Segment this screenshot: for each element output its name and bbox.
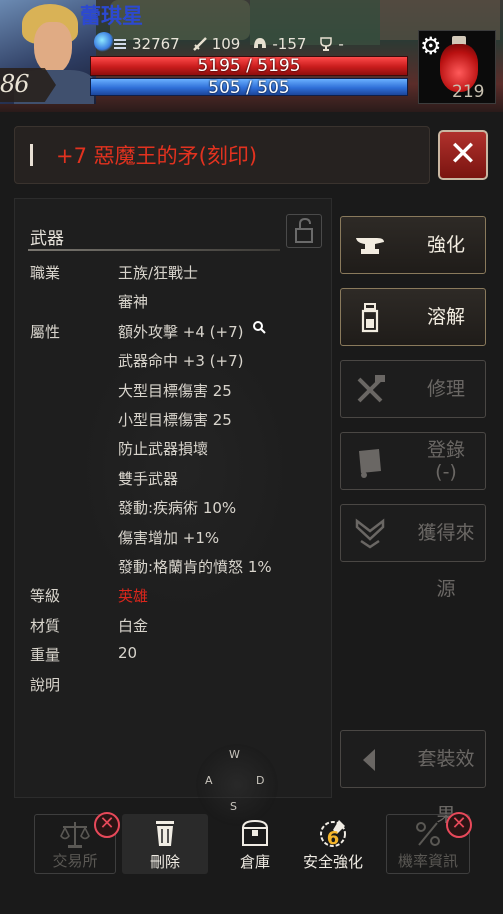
hp-bar: 5195 / 5195 <box>90 56 408 76</box>
helmet-icon <box>254 38 267 48</box>
stat-power: 32767 <box>94 35 180 53</box>
blocked-icon: ✕ <box>446 812 472 838</box>
joystick-right-key: D <box>256 774 265 787</box>
character-name: 蕾琪星 <box>80 4 143 28</box>
mp-bar: 505 / 505 <box>90 78 408 98</box>
attribute-value: 小型目標傷害 25 <box>118 411 232 429</box>
attribute-value: 20 <box>118 644 138 662</box>
character-level: 86 <box>0 70 30 98</box>
joystick-left-key: A <box>205 774 213 787</box>
sword-icon <box>192 37 207 51</box>
attribute-label: 材質 <box>30 617 61 635</box>
enhance-button[interactable]: 強化 <box>340 216 486 274</box>
attribute-value: 大型目標傷害 25 <box>118 382 232 400</box>
percent-icon <box>416 822 440 846</box>
mp-text: 505 / 505 <box>208 78 290 98</box>
stat-attack: 109 <box>192 35 240 53</box>
attribute-value: 傷害增加 +1% <box>118 529 220 547</box>
hp-text: 5195 / 5195 <box>197 56 301 76</box>
dissolve-button[interactable]: 溶解 <box>340 288 486 346</box>
close-button[interactable]: ✕ <box>438 130 488 180</box>
attribute-value: 武器命中 +3 (+7) <box>118 352 244 370</box>
anvil-icon <box>356 238 384 254</box>
attribute-value: 額外攻擊 +4 (+7) <box>118 323 244 341</box>
gear-icon[interactable]: ⚙ <box>420 34 442 58</box>
arrow-left-icon <box>363 749 375 771</box>
item-category: 武器 <box>30 229 64 249</box>
joystick-up-key: W <box>229 748 240 761</box>
attribute-value: 英雄 <box>118 587 149 605</box>
book-icon <box>359 449 381 478</box>
trash-icon <box>156 821 174 846</box>
attribute-value: 防止武器損壞 <box>118 440 209 458</box>
potion-bottle-icon <box>361 303 379 333</box>
attribute-label: 屬性 <box>30 323 61 341</box>
attribute-label: 職業 <box>30 264 61 282</box>
item-title: +7 惡魔王的矛(刻印) <box>56 144 258 168</box>
delete-button[interactable]: 刪除 <box>122 814 208 874</box>
attribute-label: 說明 <box>30 676 61 694</box>
close-icon: ✕ <box>448 134 478 174</box>
attribute-value: 王族/狂戰士 <box>118 264 199 282</box>
scale-icon <box>60 822 90 848</box>
unlock-icon <box>295 217 313 243</box>
magnify-icon[interactable] <box>252 320 266 334</box>
warehouse-button[interactable]: 倉庫 <box>216 814 294 874</box>
attribute-value: 雙手武器 <box>118 470 179 488</box>
trophy-icon <box>320 37 333 51</box>
attribute-value: 發動:疾病術 10% <box>118 499 237 517</box>
stats-row: 32767 109 -157 - <box>94 32 356 56</box>
register-button[interactable]: 登錄 (-) <box>340 432 486 490</box>
potion-count: 219 <box>452 82 485 102</box>
repair-button[interactable]: 修理 <box>340 360 486 418</box>
chest-icon <box>241 819 269 846</box>
stat-trophy: - <box>318 35 344 53</box>
attribute-label: 重量 <box>30 646 61 664</box>
source-icon <box>355 518 385 549</box>
joystick-down-key: S <box>230 800 237 813</box>
bars-icon <box>114 39 126 49</box>
top-hud: 86 蕾琪星 32767 109 -157 - 5195 / 5195 505 … <box>0 0 503 112</box>
lock-button[interactable] <box>286 214 322 248</box>
set-effect-button[interactable]: 套裝效果 <box>340 730 486 826</box>
blocked-icon: ✕ <box>94 812 120 838</box>
source-button[interactable]: 獲得來源 <box>340 504 486 600</box>
divider <box>28 249 280 251</box>
attribute-value: 發動:格蘭肯的憤怒 1% <box>118 558 272 576</box>
attribute-label: 等級 <box>30 587 61 605</box>
attribute-value: 白金 <box>118 617 149 635</box>
safe-enhance-button[interactable]: 6 安全強化 <box>294 814 372 874</box>
tools-icon <box>357 375 385 403</box>
attribute-value: 審神 <box>118 293 149 311</box>
safe-enhance-badge: 6 <box>326 828 340 849</box>
stat-defense: -157 <box>252 35 306 53</box>
